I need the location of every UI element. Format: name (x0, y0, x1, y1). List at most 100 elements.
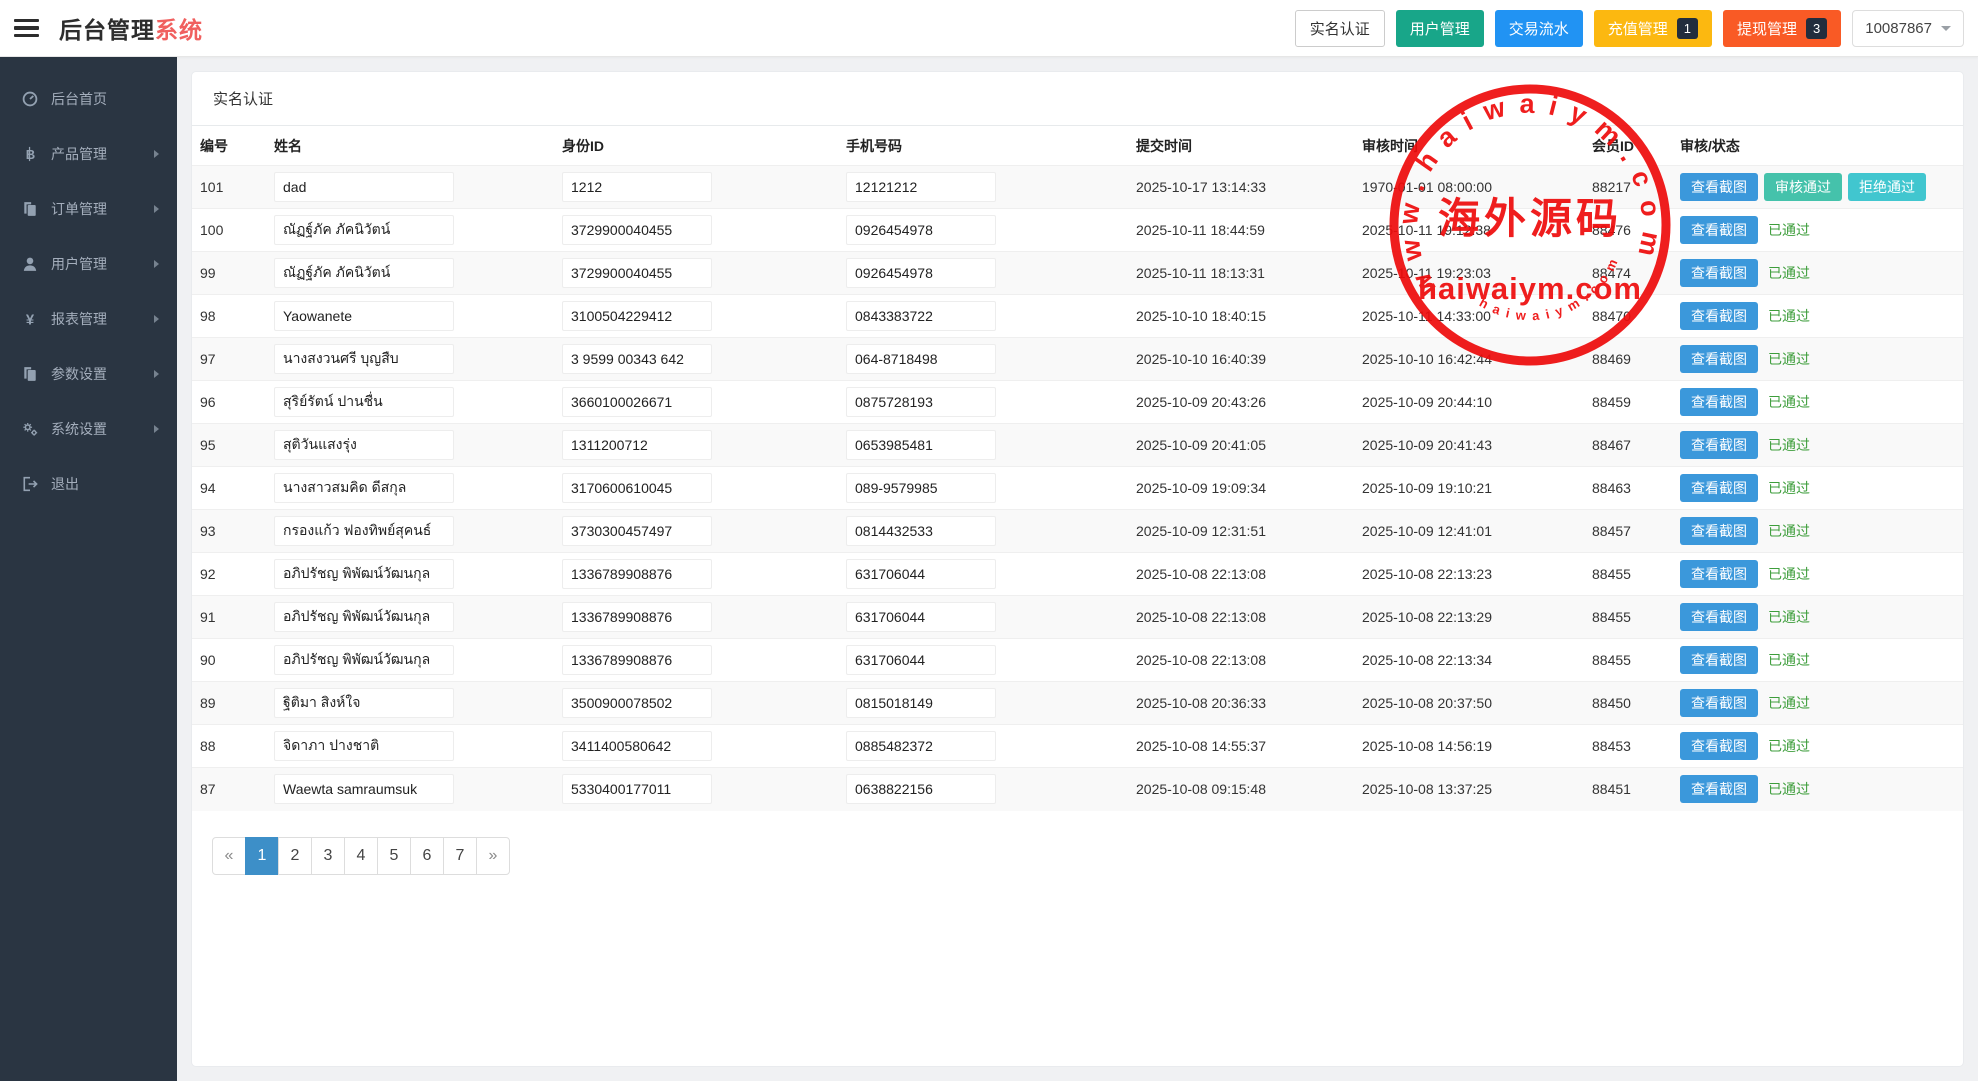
view-screenshot-button[interactable]: 查看截图 (1680, 431, 1758, 459)
pagination-page[interactable]: 1 (245, 837, 279, 875)
member-id: 88455 (1584, 639, 1672, 682)
idcard-input[interactable] (562, 731, 712, 761)
phone-input[interactable] (846, 516, 996, 546)
phone-input[interactable] (846, 559, 996, 589)
view-screenshot-button[interactable]: 查看截图 (1680, 388, 1758, 416)
view-screenshot-button[interactable]: 查看截图 (1680, 474, 1758, 502)
reject-button[interactable]: 拒绝通过 (1848, 173, 1926, 201)
idcard-input[interactable] (562, 559, 712, 589)
phone-input[interactable] (846, 344, 996, 374)
name-input[interactable] (274, 258, 454, 288)
dashboard-icon (21, 90, 38, 107)
user-dropdown[interactable]: 10087867 (1852, 10, 1964, 47)
name-input[interactable] (274, 387, 454, 417)
nav-button[interactable]: 用户管理 (1396, 10, 1484, 47)
nav-button[interactable]: 交易流水 (1495, 10, 1583, 47)
phone-input[interactable] (846, 301, 996, 331)
name-input[interactable] (274, 172, 454, 202)
pagination-next[interactable]: » (476, 837, 510, 875)
pagination-page[interactable]: 5 (377, 837, 411, 875)
name-input[interactable] (274, 344, 454, 374)
phone-input[interactable] (846, 387, 996, 417)
sidebar-item[interactable]: B产品管理 (0, 126, 177, 181)
view-screenshot-button[interactable]: 查看截图 (1680, 689, 1758, 717)
view-screenshot-button[interactable]: 查看截图 (1680, 216, 1758, 244)
idcard-input[interactable] (562, 473, 712, 503)
nav-button[interactable]: 实名认证 (1295, 10, 1385, 47)
idcard-input[interactable] (562, 258, 712, 288)
name-input[interactable] (274, 774, 454, 804)
pagination-page[interactable]: 3 (311, 837, 345, 875)
approve-button[interactable]: 审核通过 (1764, 173, 1842, 201)
idcard-input[interactable] (562, 688, 712, 718)
phone-input[interactable] (846, 172, 996, 202)
menu-icon[interactable] (14, 19, 39, 37)
actions-cell: 查看截图已通过 (1672, 725, 1963, 768)
name-input[interactable] (274, 516, 454, 546)
phone-input[interactable] (846, 215, 996, 245)
pagination-page[interactable]: 4 (344, 837, 378, 875)
table-row: 922025-10-08 22:13:082025-10-08 22:13:23… (192, 553, 1963, 596)
phone-input[interactable] (846, 430, 996, 460)
name-input[interactable] (274, 688, 454, 718)
view-screenshot-button[interactable]: 查看截图 (1680, 603, 1758, 631)
member-id: 88457 (1584, 510, 1672, 553)
nav-button[interactable]: 提现管理3 (1723, 10, 1841, 47)
view-screenshot-button[interactable]: 查看截图 (1680, 732, 1758, 760)
sidebar-item[interactable]: 订单管理 (0, 181, 177, 236)
idcard-input[interactable] (562, 430, 712, 460)
idcard-input[interactable] (562, 602, 712, 632)
idcard-input[interactable] (562, 344, 712, 374)
sidebar-item[interactable]: ¥报表管理 (0, 291, 177, 346)
view-screenshot-button[interactable]: 查看截图 (1680, 302, 1758, 330)
idcard-input[interactable] (562, 387, 712, 417)
view-screenshot-button[interactable]: 查看截图 (1680, 775, 1758, 803)
idcard-input[interactable] (562, 215, 712, 245)
nav-button-label: 实名认证 (1310, 18, 1370, 39)
phone-input[interactable] (846, 258, 996, 288)
name-input[interactable] (274, 473, 454, 503)
view-screenshot-button[interactable]: 查看截图 (1680, 517, 1758, 545)
sidebar-item[interactable]: 参数设置 (0, 346, 177, 401)
actions-cell: 查看截图已通过 (1672, 209, 1963, 252)
phone-input[interactable] (846, 473, 996, 503)
pagination-page[interactable]: 2 (278, 837, 312, 875)
view-screenshot-button[interactable]: 查看截图 (1680, 345, 1758, 373)
idcard-input[interactable] (562, 301, 712, 331)
table-row: 992025-10-11 18:13:312025-10-11 19:23:03… (192, 252, 1963, 295)
phone-input[interactable] (846, 731, 996, 761)
name-input[interactable] (274, 602, 454, 632)
view-screenshot-button[interactable]: 查看截图 (1680, 646, 1758, 674)
idcard-input[interactable] (562, 645, 712, 675)
idcard-input[interactable] (562, 172, 712, 202)
name-input[interactable] (274, 215, 454, 245)
phone-input[interactable] (846, 774, 996, 804)
pagination-page[interactable]: 6 (410, 837, 444, 875)
view-screenshot-button[interactable]: 查看截图 (1680, 560, 1758, 588)
pagination-page[interactable]: 7 (443, 837, 477, 875)
table-row: 892025-10-08 20:36:332025-10-08 20:37:50… (192, 682, 1963, 725)
actions-cell: 查看截图已通过 (1672, 424, 1963, 467)
submit-time: 2025-10-08 22:13:08 (1128, 639, 1354, 682)
phone-input[interactable] (846, 645, 996, 675)
name-input[interactable] (274, 430, 454, 460)
sidebar-item[interactable]: 退出 (0, 456, 177, 511)
idcard-input[interactable] (562, 774, 712, 804)
chevron-right-icon (154, 315, 159, 323)
name-input[interactable] (274, 301, 454, 331)
phone-input[interactable] (846, 602, 996, 632)
name-input[interactable] (274, 731, 454, 761)
view-screenshot-button[interactable]: 查看截图 (1680, 173, 1758, 201)
pagination-prev[interactable]: « (212, 837, 246, 875)
idcard-input[interactable] (562, 516, 712, 546)
sidebar-item[interactable]: 系统设置 (0, 401, 177, 456)
view-screenshot-button[interactable]: 查看截图 (1680, 259, 1758, 287)
sidebar-item[interactable]: 用户管理 (0, 236, 177, 291)
sidebar-item[interactable]: 后台首页 (0, 71, 177, 126)
phone-input[interactable] (846, 688, 996, 718)
name-input[interactable] (274, 559, 454, 589)
review-time: 2025-10-11 19:12:38 (1354, 209, 1584, 252)
nav-button[interactable]: 充值管理1 (1594, 10, 1712, 47)
member-id: 88453 (1584, 725, 1672, 768)
name-input[interactable] (274, 645, 454, 675)
